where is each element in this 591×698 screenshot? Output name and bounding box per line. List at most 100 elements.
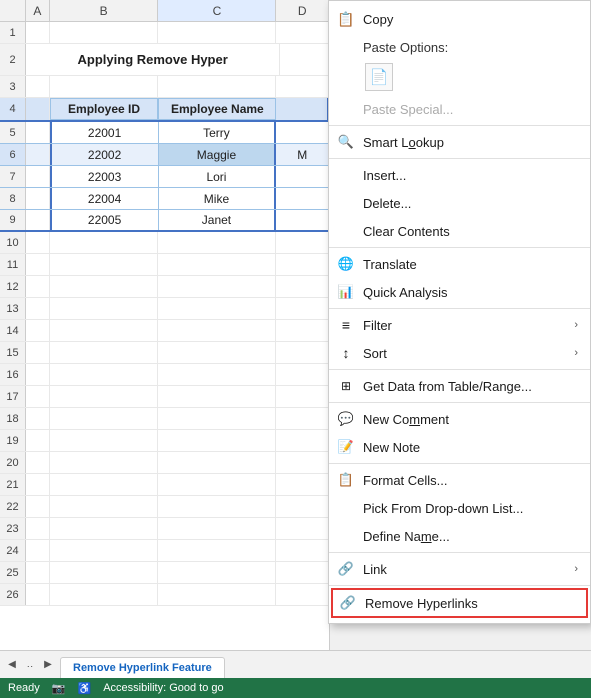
cell-9c[interactable]: Janet [159, 210, 277, 230]
cell-26a[interactable] [26, 584, 50, 605]
cell-5d[interactable] [276, 122, 329, 143]
cell-25b[interactable] [50, 562, 159, 583]
cell-16b[interactable] [50, 364, 159, 385]
cell-5a[interactable] [26, 122, 50, 143]
cell-3c[interactable] [158, 76, 276, 97]
cell-18d[interactable] [276, 408, 329, 429]
cell-19c[interactable] [158, 430, 276, 451]
menu-item-smart-lookup[interactable]: 🔍 Smart Lookup [329, 128, 590, 156]
cell-22c[interactable] [158, 496, 276, 517]
cell-25c[interactable] [158, 562, 276, 583]
cell-12a[interactable] [26, 276, 50, 297]
col-header-d[interactable]: D [276, 0, 329, 21]
menu-item-pick-dropdown[interactable]: Pick From Drop-down List... [329, 494, 590, 522]
tab-next-arrow[interactable]: ▶ [40, 657, 56, 673]
cell-21a[interactable] [26, 474, 50, 495]
cell-12b[interactable] [50, 276, 159, 297]
cell-21b[interactable] [50, 474, 159, 495]
menu-item-filter[interactable]: ≡ Filter › [329, 311, 590, 339]
cell-14b[interactable] [50, 320, 159, 341]
cell-23b[interactable] [50, 518, 159, 539]
cell-20d[interactable] [276, 452, 329, 473]
menu-item-get-data[interactable]: ⊞ Get Data from Table/Range... [329, 372, 590, 400]
cell-8d[interactable] [276, 188, 329, 209]
cell-13b[interactable] [50, 298, 159, 319]
cell-employee-name-header[interactable]: Employee Name [158, 98, 276, 120]
cell-3b[interactable] [50, 76, 159, 97]
cell-16d[interactable] [276, 364, 329, 385]
cell-19b[interactable] [50, 430, 159, 451]
cell-8a[interactable] [26, 188, 50, 209]
cell-9d[interactable] [276, 210, 329, 230]
cell-11a[interactable] [26, 254, 50, 275]
menu-item-new-note[interactable]: 📝 New Note [329, 433, 590, 461]
cell-6c[interactable]: Maggie [159, 144, 277, 165]
menu-item-clear-contents[interactable]: Clear Contents [329, 217, 590, 245]
menu-item-translate[interactable]: 🌐 Translate [329, 250, 590, 278]
cell-20a[interactable] [26, 452, 50, 473]
tab-first-arrow[interactable]: ◀ [4, 657, 20, 673]
cell-22d[interactable] [276, 496, 329, 517]
menu-item-copy[interactable]: 📋 Copy [329, 5, 590, 33]
cell-10a[interactable] [26, 232, 50, 253]
cell-10c[interactable] [158, 232, 276, 253]
menu-item-paste-special[interactable]: Paste Special... [329, 95, 590, 123]
menu-item-quick-analysis[interactable]: 📊 Quick Analysis [329, 278, 590, 306]
cell-19d[interactable] [276, 430, 329, 451]
menu-item-insert[interactable]: Insert... [329, 161, 590, 189]
tab-prev-arrow[interactable]: ‥ [22, 657, 38, 673]
cell-20c[interactable] [158, 452, 276, 473]
cell-19a[interactable] [26, 430, 50, 451]
cell-15a[interactable] [26, 342, 50, 363]
cell-21d[interactable] [276, 474, 329, 495]
cell-17a[interactable] [26, 386, 50, 407]
cell-1b[interactable] [50, 22, 159, 43]
cell-18b[interactable] [50, 408, 159, 429]
cell-13a[interactable] [26, 298, 50, 319]
cell-9b[interactable]: 22005 [50, 210, 159, 230]
menu-item-define-name[interactable]: Define Name... [329, 522, 590, 550]
cell-17b[interactable] [50, 386, 159, 407]
cell-26c[interactable] [158, 584, 276, 605]
cell-13c[interactable] [158, 298, 276, 319]
sheet-tab-active[interactable]: Remove Hyperlink Feature [60, 657, 225, 679]
cell-25d[interactable] [276, 562, 329, 583]
cell-7d[interactable] [276, 166, 329, 187]
cell-12c[interactable] [158, 276, 276, 297]
cell-26b[interactable] [50, 584, 159, 605]
cell-9a[interactable] [26, 210, 50, 230]
cell-13d[interactable] [276, 298, 329, 319]
cell-3a[interactable] [26, 76, 50, 97]
cell-17d[interactable] [276, 386, 329, 407]
cell-15c[interactable] [158, 342, 276, 363]
cell-22b[interactable] [50, 496, 159, 517]
cell-15d[interactable] [276, 342, 329, 363]
cell-11b[interactable] [50, 254, 159, 275]
cell-21c[interactable] [158, 474, 276, 495]
cell-23c[interactable] [158, 518, 276, 539]
cell-16a[interactable] [26, 364, 50, 385]
cell-6d[interactable]: M [276, 144, 329, 165]
paste-icon-button[interactable]: 📄 [365, 63, 393, 91]
cell-employee-id-header[interactable]: Employee ID [50, 98, 159, 120]
cell-4d[interactable] [276, 98, 329, 120]
cell-23d[interactable] [276, 518, 329, 539]
cell-10b[interactable] [50, 232, 159, 253]
cell-24c[interactable] [158, 540, 276, 561]
cell-22a[interactable] [26, 496, 50, 517]
cell-24d[interactable] [276, 540, 329, 561]
cell-15b[interactable] [50, 342, 159, 363]
cell-1d[interactable] [276, 22, 329, 43]
menu-item-sort[interactable]: ↕ Sort › [329, 339, 590, 367]
cell-1c[interactable] [158, 22, 276, 43]
col-header-b[interactable]: B [50, 0, 159, 21]
cell-20b[interactable] [50, 452, 159, 473]
cell-18a[interactable] [26, 408, 50, 429]
cell-17c[interactable] [158, 386, 276, 407]
cell-title[interactable]: Applying Remove Hyper [26, 44, 280, 75]
cell-8b[interactable]: 22004 [50, 188, 159, 209]
cell-25a[interactable] [26, 562, 50, 583]
menu-item-remove-hyperlinks[interactable]: 🔗 Remove Hyperlinks [331, 588, 588, 618]
cell-14c[interactable] [158, 320, 276, 341]
cell-7a[interactable] [26, 166, 50, 187]
